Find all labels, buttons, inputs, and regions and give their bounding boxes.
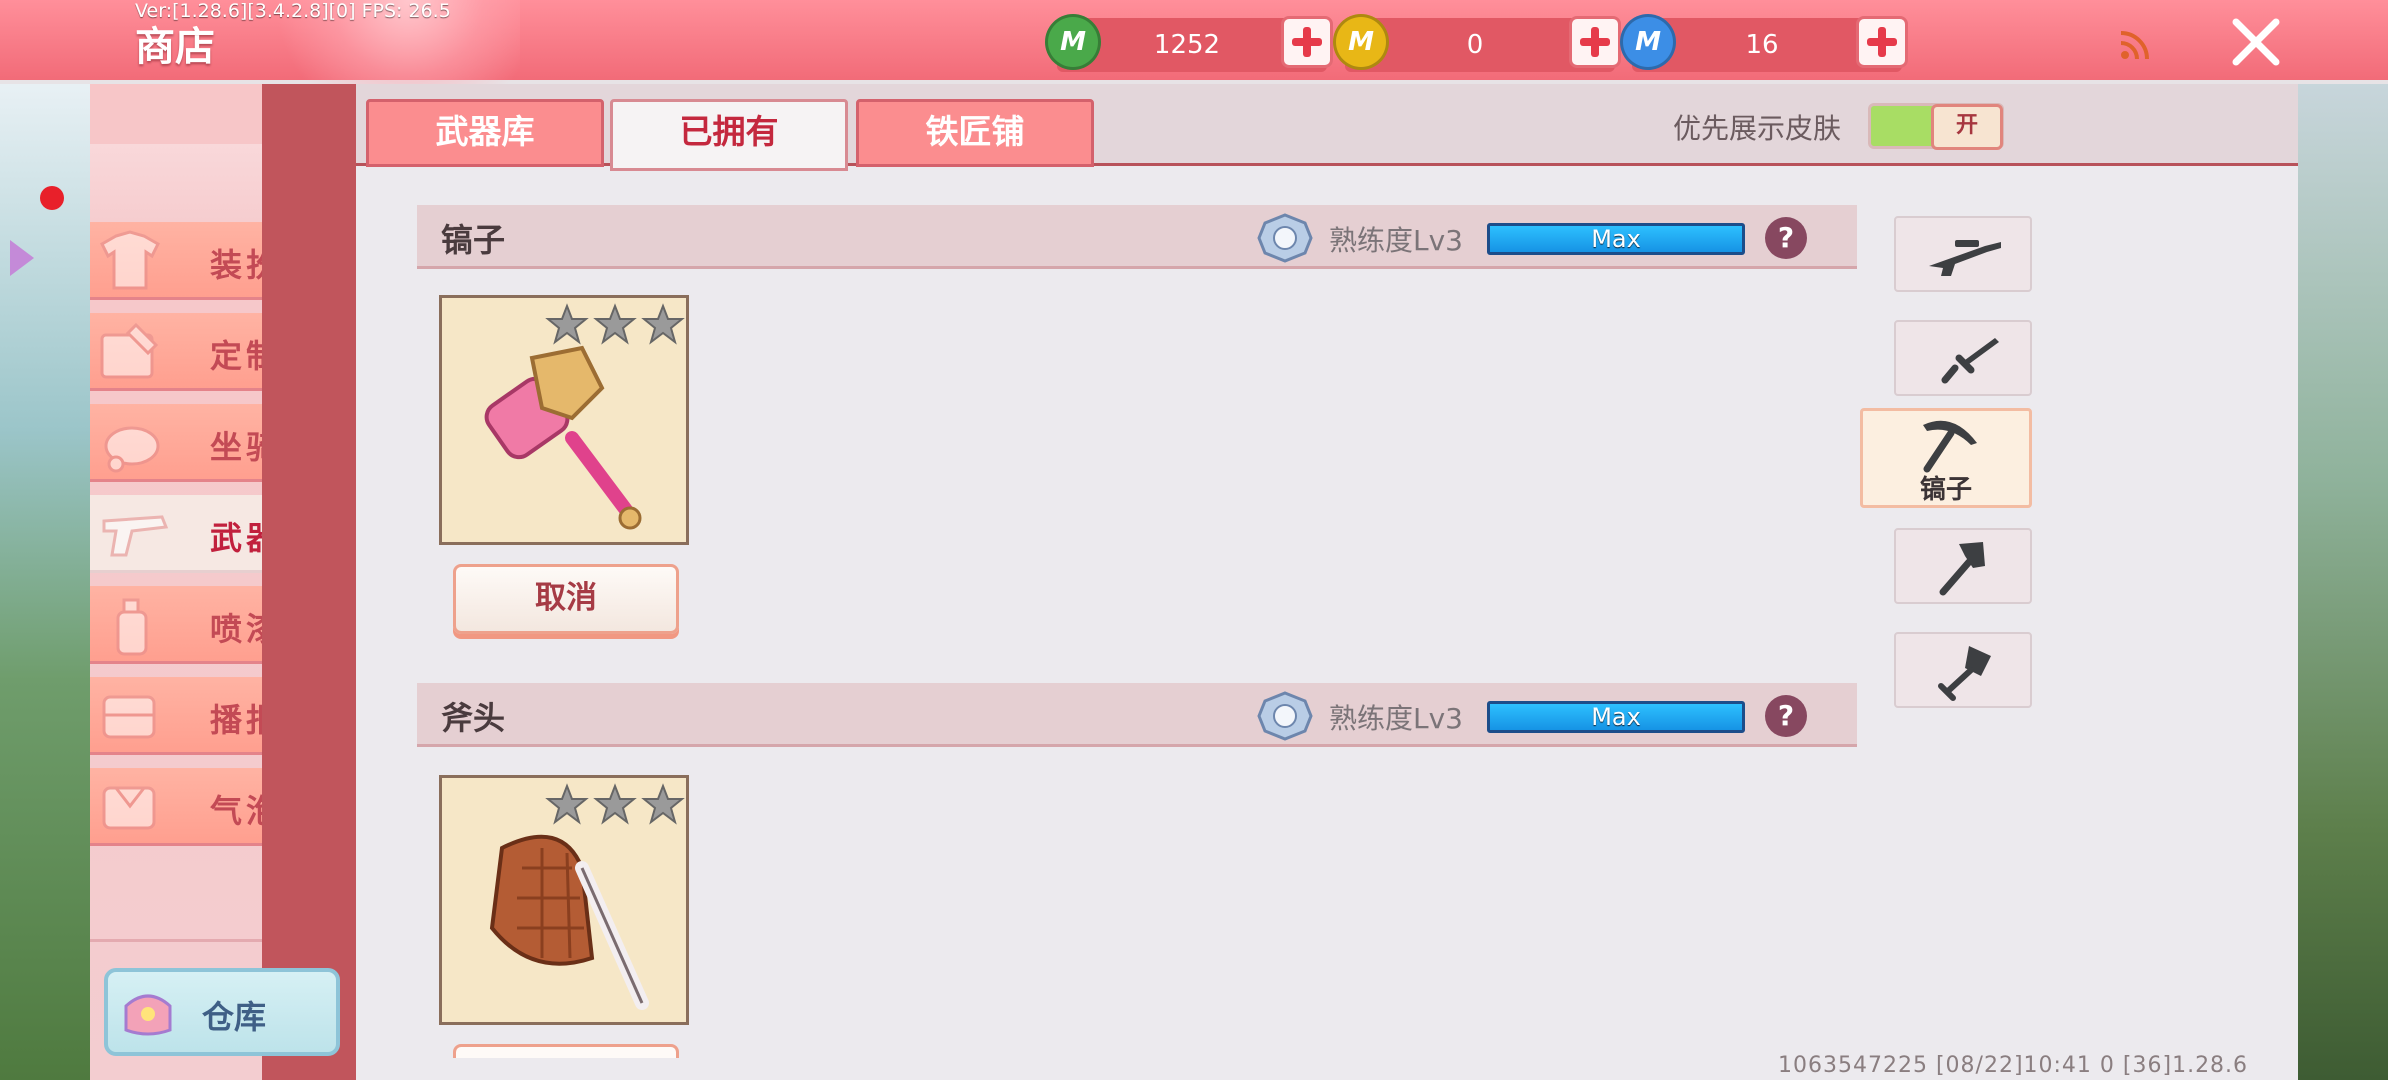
mount-icon [104,426,160,473]
weapon-card-axe[interactable] [439,775,689,1025]
pickaxe-hammer-icon [484,345,642,530]
expand-arrow-icon[interactable] [10,240,34,276]
version-info: Ver:[1.28.6][3.4.2.8][0] FPS: 26.5 [135,0,451,22]
category-pickaxe[interactable]: 镐子 [1860,408,2032,508]
tab-owned[interactable]: 已拥有 [610,99,848,171]
cancel-equip-button[interactable]: 取消 [453,564,679,634]
plus-icon [1580,27,1610,57]
currency-green: M 1252 [1045,14,1333,72]
shovel-icon [1938,646,1991,701]
axe-icon [489,834,649,1010]
add-currency-button[interactable] [1281,16,1333,68]
close-icon[interactable] [2228,14,2284,70]
currency-amount: 0 [1466,30,1484,60]
sniper-rifle-icon [1929,240,2001,276]
sidebar-edge [262,84,354,1080]
axe-icon [1939,542,1985,596]
session-info: 1063547225 [08/22]10:41 0 [36]1.28.6 [1778,1053,2249,1078]
spray-can-icon [116,598,148,656]
proficiency-bar: Max [1487,701,1745,733]
green-m-coin-icon: M [1045,14,1101,70]
rss-feed-icon[interactable] [2118,28,2152,62]
weapon-card-pickaxe[interactable] [439,295,689,545]
help-icon[interactable]: ? [1765,217,1807,259]
broadcast-box-icon [102,695,156,739]
plus-icon [1867,27,1897,57]
blue-m-coin-icon: M [1620,14,1676,70]
page-title: 商店 [135,24,215,70]
skin-priority-toggle[interactable]: 开 [1868,103,2004,150]
tab-blacksmith[interactable]: 铁匠铺 [856,99,1094,167]
proficiency-level: 熟练度Lv3 [1329,702,1463,735]
currency-amount: 16 [1745,30,1779,60]
tab-armory[interactable]: 武器库 [366,99,604,167]
add-currency-button[interactable] [1569,16,1621,68]
gold-m-coin-icon: M [1333,14,1389,70]
gun-icon [102,515,169,557]
dagger-icon [1941,338,1999,384]
background-scenery-right [2295,80,2388,1080]
currency-gold: M 0 [1333,14,1621,72]
add-currency-button[interactable] [1856,16,1908,68]
category-sniper[interactable] [1894,216,2032,292]
weapon-name: 斧头 [441,699,506,737]
proficiency-level: 熟练度Lv3 [1329,224,1463,257]
currency-amount: 1252 [1153,30,1221,60]
weapon-name: 镐子 [441,221,506,259]
category-label: 镐子 [1919,475,1972,505]
tshirt-icon [100,230,160,290]
notification-dot [40,186,64,210]
proficiency-badge-icon [1257,691,1313,741]
category-shovel[interactable] [1894,632,2032,708]
currency-blue: M 16 [1620,14,1908,72]
category-dagger[interactable] [1894,320,2032,396]
weapon-header-axe: 斧头 熟练度Lv3 Max ? [417,683,1857,747]
proficiency-badge-icon [1257,213,1313,263]
help-icon[interactable]: ? [1765,695,1807,737]
category-axe[interactable] [1894,528,2032,604]
warehouse-button[interactable]: 仓库 [104,968,340,1056]
warehouse-icon [124,994,172,1036]
weapon-action-button-partial[interactable] [453,1044,679,1058]
plus-icon [1292,27,1322,57]
warehouse-label: 仓库 [202,998,267,1036]
paint-brush-icon [100,322,159,379]
bubble-box-icon [102,786,156,830]
background-scenery-left [0,80,100,1080]
weapon-header-pickaxe: 镐子 熟练度Lv3 Max ? [417,205,1857,269]
toggle-state: 开 [1931,104,2003,150]
skin-priority-label: 优先展示皮肤 [1673,112,1842,145]
proficiency-bar: Max [1487,223,1745,255]
pickaxe-icon [1923,420,1977,473]
panel-border [352,84,356,1080]
